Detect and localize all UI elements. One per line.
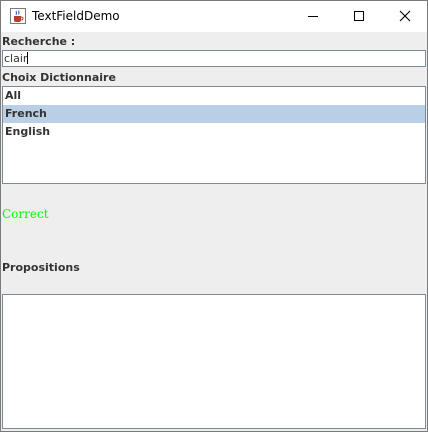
propositions-area[interactable]: [2, 294, 426, 429]
search-value: clair: [4, 52, 28, 65]
list-item-french[interactable]: French: [3, 105, 425, 123]
search-input[interactable]: clair: [2, 50, 426, 67]
content-panel: Recherche : clair Choix Dictionnaire All…: [1, 32, 427, 431]
window-title: TextFieldDemo: [32, 9, 120, 23]
maximize-icon: [353, 7, 365, 26]
dictionary-list[interactable]: All French English: [2, 86, 426, 184]
close-button[interactable]: [382, 1, 428, 31]
minimize-icon: [307, 7, 319, 26]
status-text: Correct: [2, 207, 49, 221]
search-label: Recherche :: [2, 35, 76, 48]
java-coffee-icon: [10, 8, 26, 24]
propositions-label: Propositions: [2, 261, 80, 274]
list-item-english[interactable]: English: [3, 123, 425, 141]
list-item-all[interactable]: All: [3, 87, 425, 105]
minimize-button[interactable]: [290, 1, 336, 31]
close-icon: [399, 7, 411, 26]
dictionary-label: Choix Dictionnaire: [2, 71, 116, 84]
maximize-button[interactable]: [336, 1, 382, 31]
title-bar[interactable]: TextFieldDemo: [1, 1, 427, 32]
app-window: TextFieldDemo Recherche : clair Choix Di…: [0, 0, 428, 432]
text-caret: [27, 52, 29, 64]
